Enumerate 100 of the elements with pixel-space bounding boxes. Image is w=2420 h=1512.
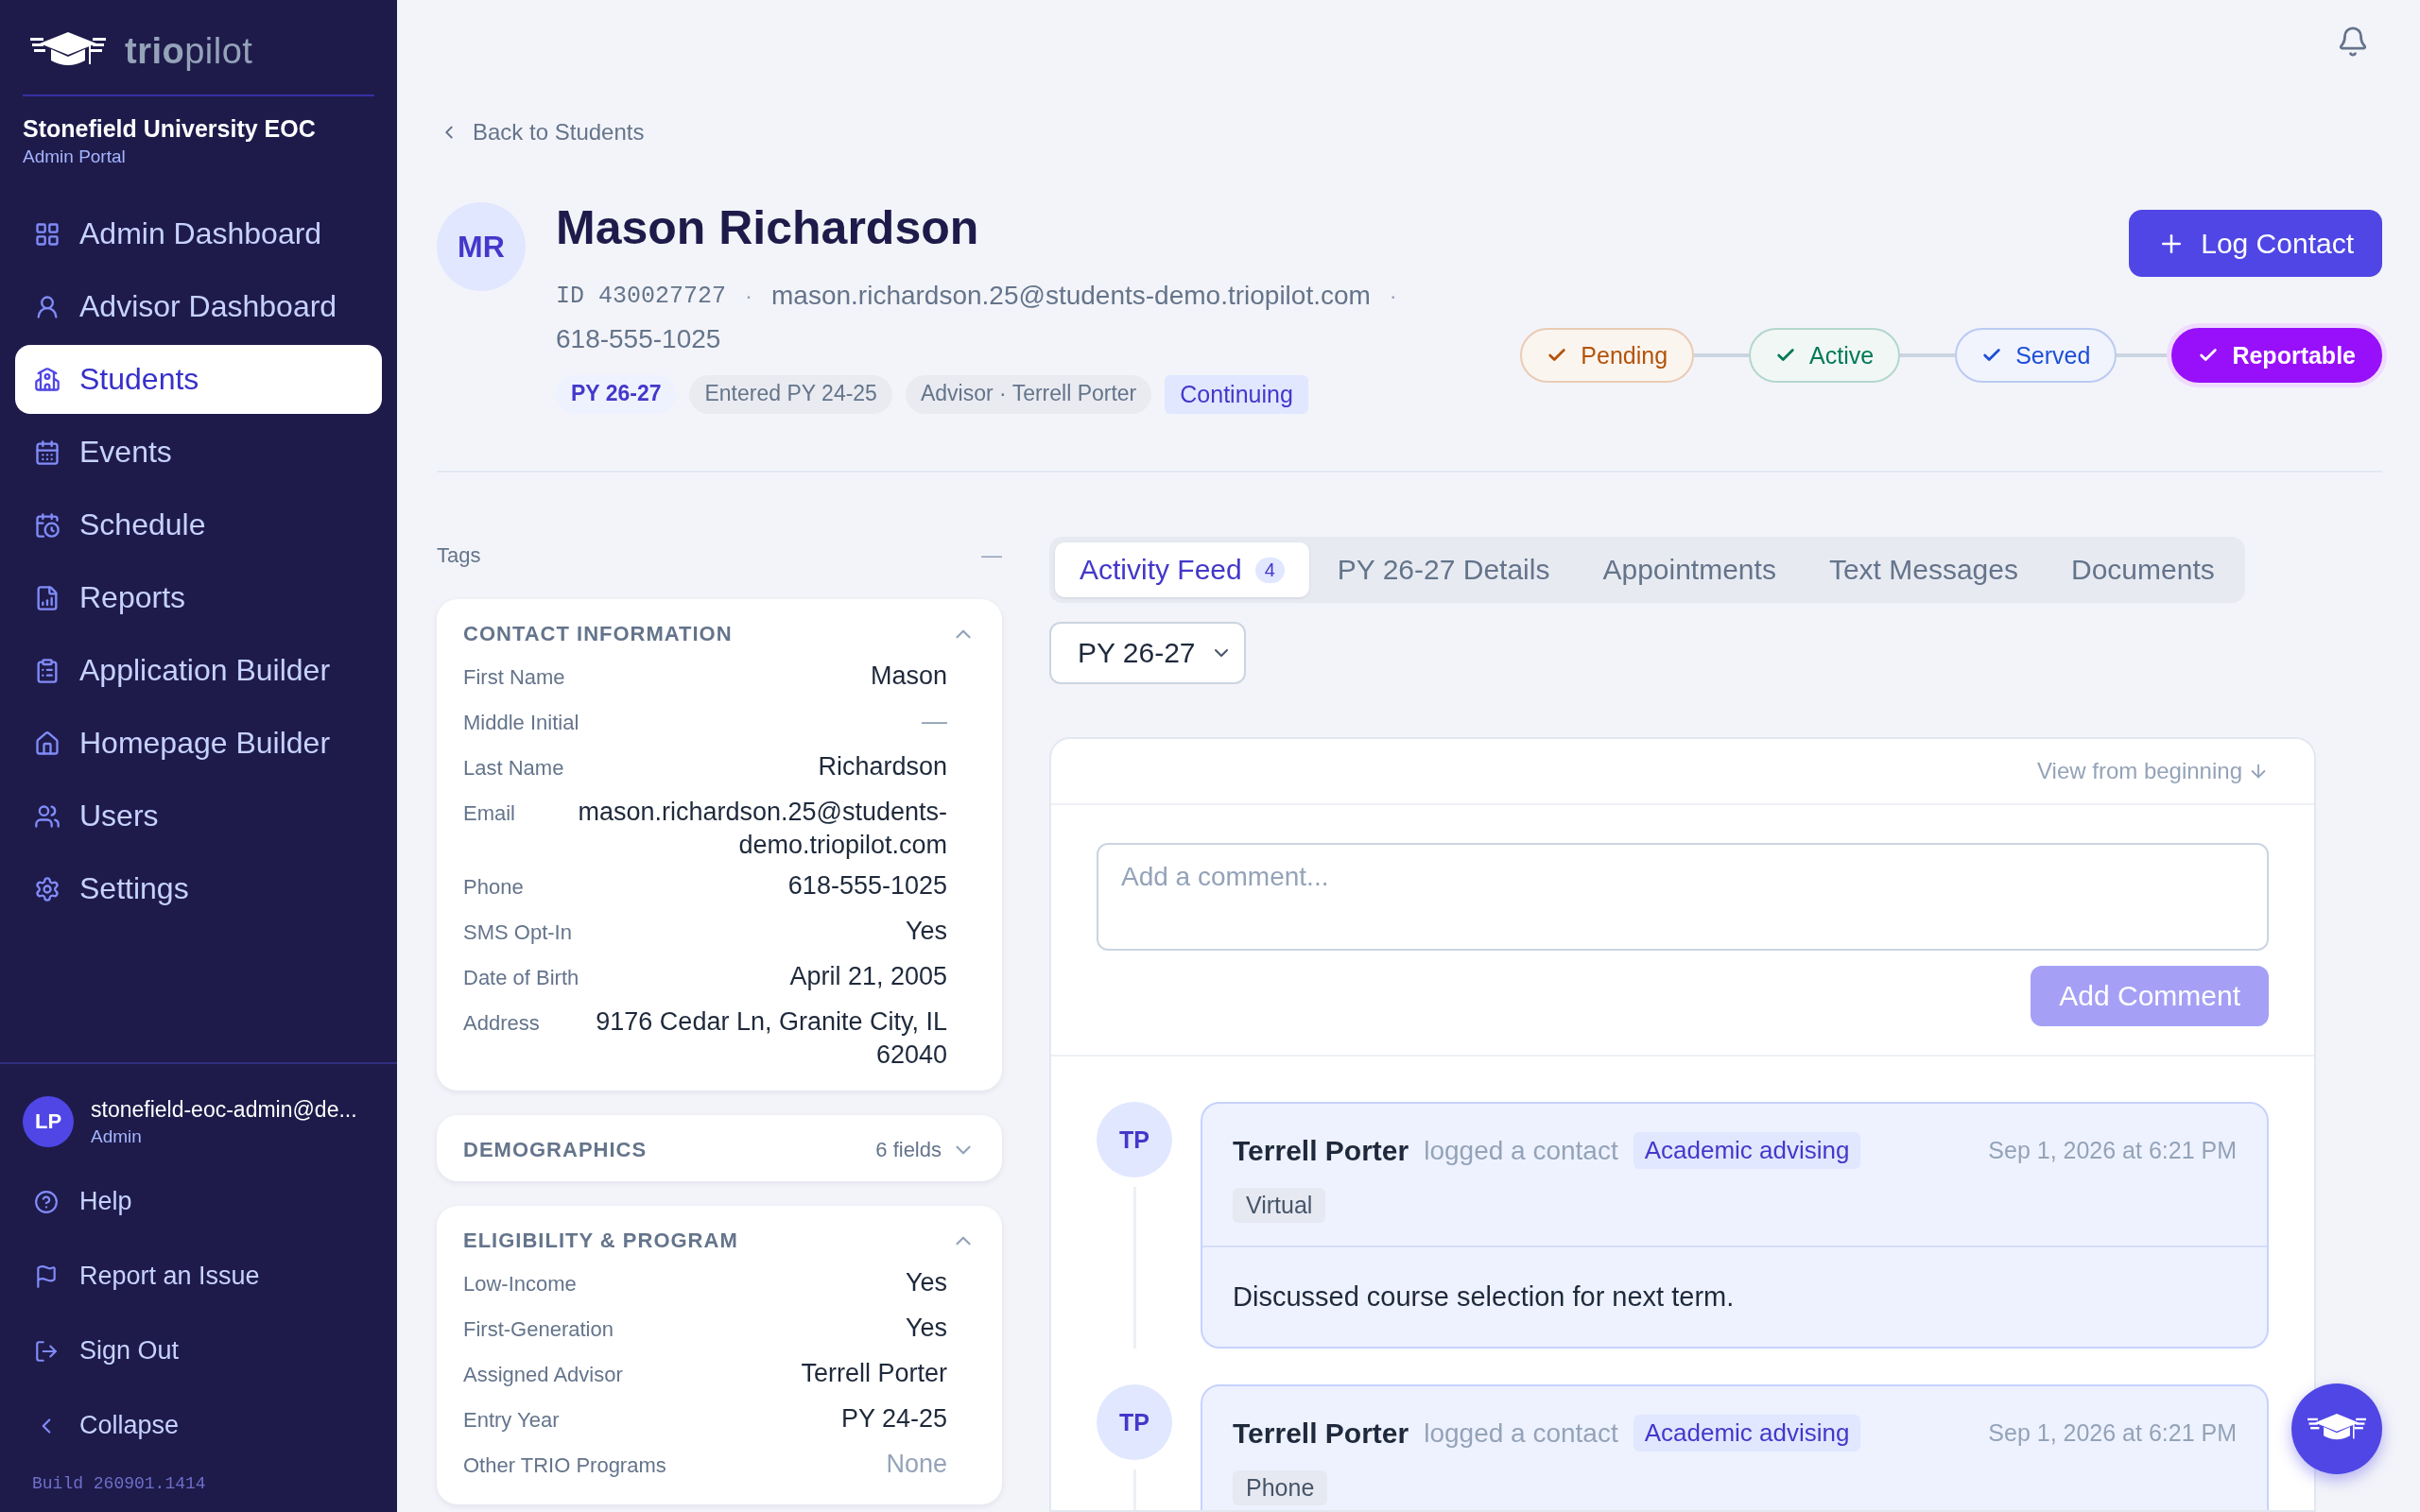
tab[interactable]: Activity Feed 4 [1055,542,1309,597]
student-tag: PY 26-27 [556,375,677,414]
sidebar-item[interactable]: Schedule [15,490,382,559]
field-value: Yes [905,916,947,948]
category-tag: Academic advising [1633,1415,1861,1452]
activity-action: logged a contact [1424,1418,1618,1449]
field-value: Richardson [818,751,947,782]
sidebar-item[interactable]: Students [15,345,382,414]
field-value: Mason [870,661,947,692]
field-label: Phone [463,874,524,901]
tags-label: Tags [437,543,481,568]
tags-value: — [981,543,1002,568]
card-title: CONTACT INFORMATION [463,622,733,646]
sidebar-footer-item[interactable]: Sign Out [15,1314,382,1388]
tab[interactable]: Documents [2047,542,2239,597]
card-title: DEMOGRAPHICS [463,1138,648,1163]
field-value: None [886,1449,947,1481]
field-label: Entry Year [463,1407,560,1434]
contact-mode-tag: Phone [1233,1470,1328,1505]
field-value: PY 24-25 [840,1403,947,1435]
flag-icon [34,1263,59,1289]
student-tag: Continuing [1165,375,1308,414]
field-label: Middle Initial [463,710,579,735]
field-label: Other TRIO Programs [463,1452,666,1479]
sidebar-item[interactable]: Reports [15,563,382,632]
activity-action: logged a contact [1424,1135,1618,1166]
student-name: Mason Richardson [556,202,980,254]
category-tag: Academic advising [1633,1132,1861,1169]
help-icon [34,1189,59,1214]
contact-mode-tag: Virtual [1233,1188,1326,1223]
field-value: April 21, 2005 [789,961,947,993]
author-name: Terrell Porter [1233,1417,1409,1450]
sidebar-item[interactable]: Events [15,418,382,487]
user-avatar: LP [23,1096,74,1147]
status-step[interactable]: Served [1955,328,2118,383]
sidebar-item[interactable]: Settings [15,854,382,923]
student-tag: Advisor · Terrell Porter [905,375,1152,414]
activity-time: Sep 1, 2026 at 6:21 PM [1988,1137,2237,1164]
field-value: — [922,706,947,737]
field-value: mason.richardson.25@students-demo.triopilot.com [577,797,947,862]
author-avatar: TP [1097,1384,1172,1460]
sidebar-item[interactable]: Advisor Dashboard [15,272,382,341]
build-number: Build 260901.1414 [31,1473,207,1493]
student-phone: 618-555-1025 [556,324,722,354]
grid-icon [34,220,60,248]
user-role: Admin [91,1125,143,1147]
field-label: First-Generation [463,1316,614,1343]
org-subtitle: Admin Portal [23,146,127,167]
sidebar-item[interactable]: Users [15,782,382,850]
field-count: 6 fields [875,1138,942,1163]
field-label: Email [463,800,515,826]
user-email: stonefield-eoc-admin@de... [91,1096,357,1123]
tab[interactable]: Text Messages [1804,542,2043,597]
status-step[interactable]: Active [1749,328,1901,383]
field-value: Terrell Porter [801,1358,947,1390]
sidebar-item[interactable]: Application Builder [15,636,382,705]
sidebar-footer-item[interactable]: Help [15,1164,382,1239]
field-value: 618-555-1025 [787,870,947,902]
field-label: Date of Birth [463,965,579,991]
student-email: mason.richardson.25@students-demo.triopilot.com [771,281,1371,311]
status-step[interactable]: Pending [1520,328,1695,383]
count-badge: 4 [1254,557,1285,583]
field-value: Yes [905,1313,947,1345]
field-label: Low-Income [463,1271,577,1297]
field-label: SMS Opt-In [463,919,572,946]
settings-icon [34,875,60,902]
sidebar-item[interactable]: Admin Dashboard [15,199,382,268]
field-label: Address [463,1010,540,1037]
field-value: Yes [905,1267,947,1299]
author-avatar: TP [1097,1102,1172,1177]
calendar-icon [34,438,60,466]
card-title: ELIGIBILITY & PROGRAM [463,1228,738,1254]
year-select[interactable]: PY 26-27 [1049,622,1246,684]
sign-out-icon [34,1338,59,1364]
notification-bell-icon[interactable] [2337,26,2369,58]
activity-time: Sep 1, 2026 at 6:21 PM [1988,1419,2237,1447]
back-link[interactable]: Back to Students [439,119,645,146]
tab[interactable]: PY 26-27 Details [1312,542,1575,597]
users-icon [34,802,60,830]
sidebar-footer-item[interactable]: Collapse [15,1388,382,1463]
org-name: Stonefield University EOC [23,115,317,143]
student-tag: Entered PY 24-25 [689,375,892,414]
logo-wordmark: triopilot [125,30,253,72]
sidebar-footer-item[interactable]: Report an Issue [15,1239,382,1314]
comment-field[interactable]: Add a comment... [1097,843,2269,951]
field-value: 9176 Cedar Ln, Granite City, IL 62040 [595,1006,947,1072]
sidebar-item[interactable]: Homepage Builder [15,709,382,778]
assistant-button[interactable] [2291,1383,2382,1474]
home-icon [34,730,60,757]
student-avatar: MR [437,202,526,291]
tab[interactable]: Appointments [1578,542,1801,597]
field-label: Assigned Advisor [463,1362,623,1388]
separator: · [745,283,753,309]
log-contact-button[interactable]: Log Contact [2129,210,2382,277]
calendar-clock-icon [34,511,60,539]
field-label: Last Name [463,755,564,781]
separator: · [1389,283,1397,309]
field-label: First Name [463,664,565,690]
student-id: ID 430027727 [556,282,727,310]
author-name: Terrell Porter [1233,1134,1409,1167]
